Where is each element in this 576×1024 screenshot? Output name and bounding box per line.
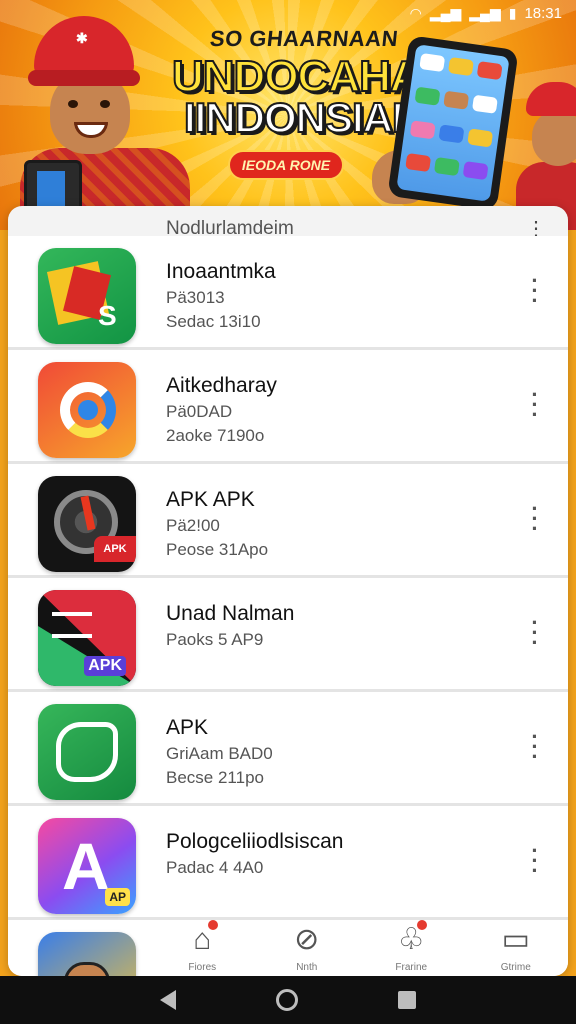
notification-dot — [208, 920, 219, 930]
bottom-navigation: ⌂ Fiores ⊘ Nnth ♧ Frarine ▭ Gtrime — [150, 906, 568, 976]
app-icon-wheel-icon[interactable]: APK — [38, 476, 136, 572]
person-right-face — [532, 110, 576, 166]
app-meta-1: Pä2!00 — [166, 516, 220, 535]
app-name: Unad Nalman — [166, 602, 295, 625]
list-item[interactable]: APK Unad Nalman Paoks 5 AP9 · · · — [8, 578, 568, 692]
eye-icon — [100, 100, 110, 108]
app-name: Pologceliiodlsiscan — [166, 830, 344, 853]
more-options-icon[interactable]: · · · — [526, 612, 544, 654]
wifi-icon: ◠ — [409, 4, 422, 21]
back-icon[interactable] — [160, 990, 176, 1010]
app-icon-game-character-icon[interactable] — [38, 932, 136, 976]
more-options-icon[interactable]: · · · — [526, 840, 544, 882]
banner-headline-country: IINDONSIAI — [183, 93, 405, 142]
app-icon-red-flag-icon[interactable]: S — [38, 248, 136, 344]
more-options-icon[interactable]: · · · — [526, 270, 544, 312]
nav-label: Frarine — [395, 962, 428, 973]
app-icon-chrome-like-icon[interactable] — [38, 362, 136, 458]
app-list: S Inoaantmka Pä3013 Sedac 13i10 · · · Aitk… — [8, 236, 568, 976]
banner-person-left: ✱ — [20, 10, 200, 230]
app-icon-map-outline-icon[interactable] — [38, 704, 136, 800]
system-navigation-bar — [0, 976, 576, 1024]
nav-label: Nnth — [296, 962, 318, 973]
nav-item-explore[interactable]: ⊘ Nnth — [267, 906, 347, 976]
banner-headline-small: SO GHAARNAAN — [208, 26, 400, 51]
home-circle-icon[interactable] — [276, 989, 298, 1011]
app-meta-2: Peose 31Apo — [166, 540, 269, 559]
app-meta-1: Pä0DAD — [166, 402, 233, 421]
nav-item-gifts[interactable]: ♧ Frarine — [371, 906, 451, 976]
more-options-icon[interactable]: · · · — [526, 384, 544, 426]
mouth-icon — [74, 122, 108, 138]
app-meta-1: Padac 4 4A0 — [166, 858, 264, 877]
app-name: Aitkedharay — [166, 374, 277, 397]
list-item[interactable]: A AP Pologceliiodlsiscan Padac 4 4A0 · · · — [8, 806, 568, 920]
app-meta-1: Pä3013 — [166, 288, 225, 307]
nav-item-home[interactable]: ⌂ Fiores — [162, 906, 242, 976]
app-name: APK — [166, 716, 209, 739]
signal-icon: ▂▄▆ — [429, 4, 462, 21]
app-meta-1: GriAam BAD0 — [166, 744, 273, 763]
status-bar: ◠ ▂▄▆ ▂▄▆ ▮ 18:31 — [0, 0, 576, 26]
status-time: 18:31 — [524, 4, 562, 22]
app-icon-apk-file-icon[interactable]: APK — [38, 590, 136, 686]
app-name: APK APK — [166, 488, 255, 511]
signal-2-icon: ▂▄▆ — [469, 4, 501, 21]
list-item[interactable]: S Inoaantmka Pä3013 Sedac 13i10 · · · — [8, 236, 568, 350]
nav-label: Gtrime — [500, 962, 531, 973]
grid-icon: ▭ — [501, 923, 530, 956]
app-meta-2: Sedac 13i10 — [166, 312, 261, 331]
phone-illustration-icon — [387, 35, 519, 211]
red-hat-icon — [526, 82, 576, 116]
app-meta-2: 2aoke 7190o — [166, 426, 265, 445]
promo-banner[interactable]: ◠ ▂▄▆ ▂▄▆ ▮ 18:31 ✱ SO GHAARNAAN UNDOCAH… — [0, 0, 576, 230]
app-meta-1: Paoks 5 AP9 — [166, 630, 264, 649]
hat-brim — [28, 70, 140, 86]
battery-icon: ▮ — [508, 4, 517, 21]
app-meta-2: Becse 211po — [166, 768, 264, 787]
banner-cta-pill[interactable]: IEODA RONE — [228, 150, 344, 180]
app-icon-letter-a-icon[interactable]: A AP — [38, 818, 136, 914]
app-list-card: Nodlurlamdeim ⋮ S Inoaantmka Pä3013 Seda… — [8, 206, 568, 976]
nav-item-more[interactable]: ▭ Gtrime — [476, 906, 556, 976]
hat-badge-icon: ✱ — [76, 30, 88, 46]
list-item[interactable]: APK GriAam BAD0 Becse 211po · · · — [8, 692, 568, 806]
nav-label: Fiores — [188, 962, 217, 973]
more-options-icon[interactable]: · · · — [526, 498, 544, 540]
app-name: Inoaantmka — [166, 260, 276, 283]
list-item[interactable]: Aitkedharay Pä0DAD 2aoke 7190o · · · — [8, 350, 568, 464]
compass-icon: ⊘ — [294, 923, 320, 956]
list-item[interactable]: APK APK APK Pä2!00 Peose 31Apo · · · — [8, 464, 568, 578]
eye-icon — [68, 100, 78, 108]
recent-apps-icon[interactable] — [398, 991, 416, 1009]
more-options-icon[interactable]: · · · — [526, 726, 544, 768]
notification-dot — [417, 920, 428, 930]
